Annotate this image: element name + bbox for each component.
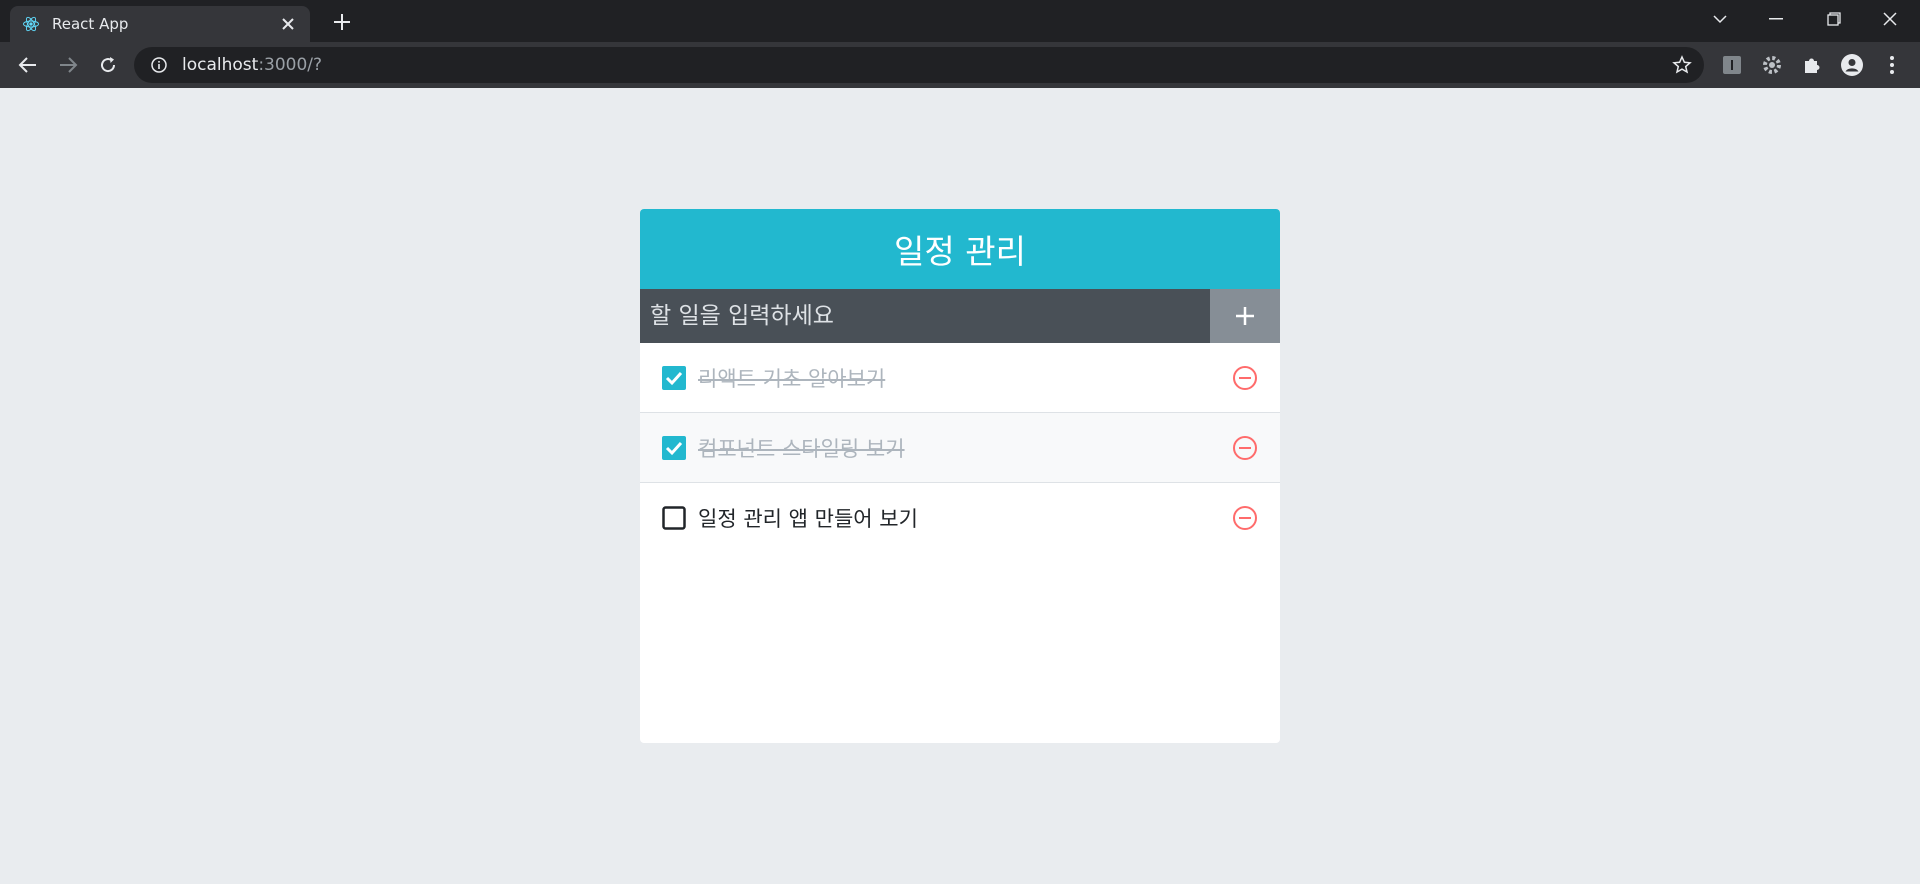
browser-tab[interactable]: React App (10, 6, 310, 42)
tab-title: React App (52, 15, 129, 33)
browser-toolbar: localhost:3000/? (0, 42, 1920, 88)
tab-close-icon[interactable] (278, 12, 298, 36)
checkbox-blank-icon (662, 506, 686, 530)
todo-insert-form (640, 289, 1280, 343)
address-bar[interactable]: localhost:3000/? (134, 47, 1704, 83)
todo-text: 리액트 기초 알아보기 (698, 366, 886, 391)
todo-input[interactable] (640, 289, 1210, 343)
browser-tab-strip: React App (0, 0, 1920, 42)
todo-text: 컴포넌트 스타일링 보기 (698, 436, 905, 461)
forward-icon[interactable] (52, 49, 84, 81)
site-info-icon[interactable] (150, 56, 168, 74)
reload-icon[interactable] (92, 49, 124, 81)
minus-circle-icon (1233, 435, 1257, 460)
todo-checkbox[interactable]: 컴포넌트 스타일링 보기 (660, 433, 1230, 463)
back-icon[interactable] (12, 49, 44, 81)
checkbox-checked-icon (662, 365, 686, 390)
react-icon (23, 16, 39, 32)
todo-item: 리액트 기초 알아보기 (640, 343, 1280, 413)
todo-item: 일정 관리 앱 만들어 보기 (640, 483, 1280, 553)
url-path: :3000/? (258, 55, 323, 75)
checkbox-checked-icon (662, 435, 686, 460)
todo-text: 일정 관리 앱 만들어 보기 (698, 507, 918, 531)
todo-template: 일정 관리 리액트 기초 알아보기 (640, 209, 1280, 743)
remove-button[interactable] (1230, 503, 1260, 533)
extensions-puzzle-icon[interactable] (1798, 51, 1826, 79)
app-title: 일정 관리 (640, 209, 1280, 289)
remove-button[interactable] (1230, 363, 1260, 393)
plus-icon (1236, 307, 1254, 325)
url-host: localhost (182, 55, 259, 75)
bookmark-star-icon[interactable] (1672, 55, 1692, 75)
remove-button[interactable] (1230, 433, 1260, 463)
menu-kebab-icon[interactable] (1878, 51, 1906, 79)
minus-circle-icon (1233, 365, 1257, 390)
todo-checkbox[interactable]: 리액트 기초 알아보기 (660, 363, 1230, 393)
restore-icon[interactable] (1806, 0, 1862, 38)
minus-circle-icon (1233, 506, 1257, 530)
minimize-icon[interactable] (1748, 0, 1804, 38)
todo-list: 리액트 기초 알아보기 컴포넌트 스타일링 보기 일정 관리 앱 만들어 보기 (640, 343, 1280, 743)
todo-item: 컴포넌트 스타일링 보기 (640, 413, 1280, 483)
tab-search-icon[interactable] (1692, 0, 1748, 38)
extension-1-icon[interactable] (1718, 51, 1746, 79)
gear-extension-icon[interactable] (1758, 51, 1786, 79)
add-button[interactable] (1210, 289, 1280, 343)
close-window-icon[interactable] (1862, 0, 1918, 38)
new-tab-button[interactable] (326, 6, 358, 38)
profile-icon[interactable] (1838, 51, 1866, 79)
todo-checkbox[interactable]: 일정 관리 앱 만들어 보기 (660, 503, 1230, 533)
